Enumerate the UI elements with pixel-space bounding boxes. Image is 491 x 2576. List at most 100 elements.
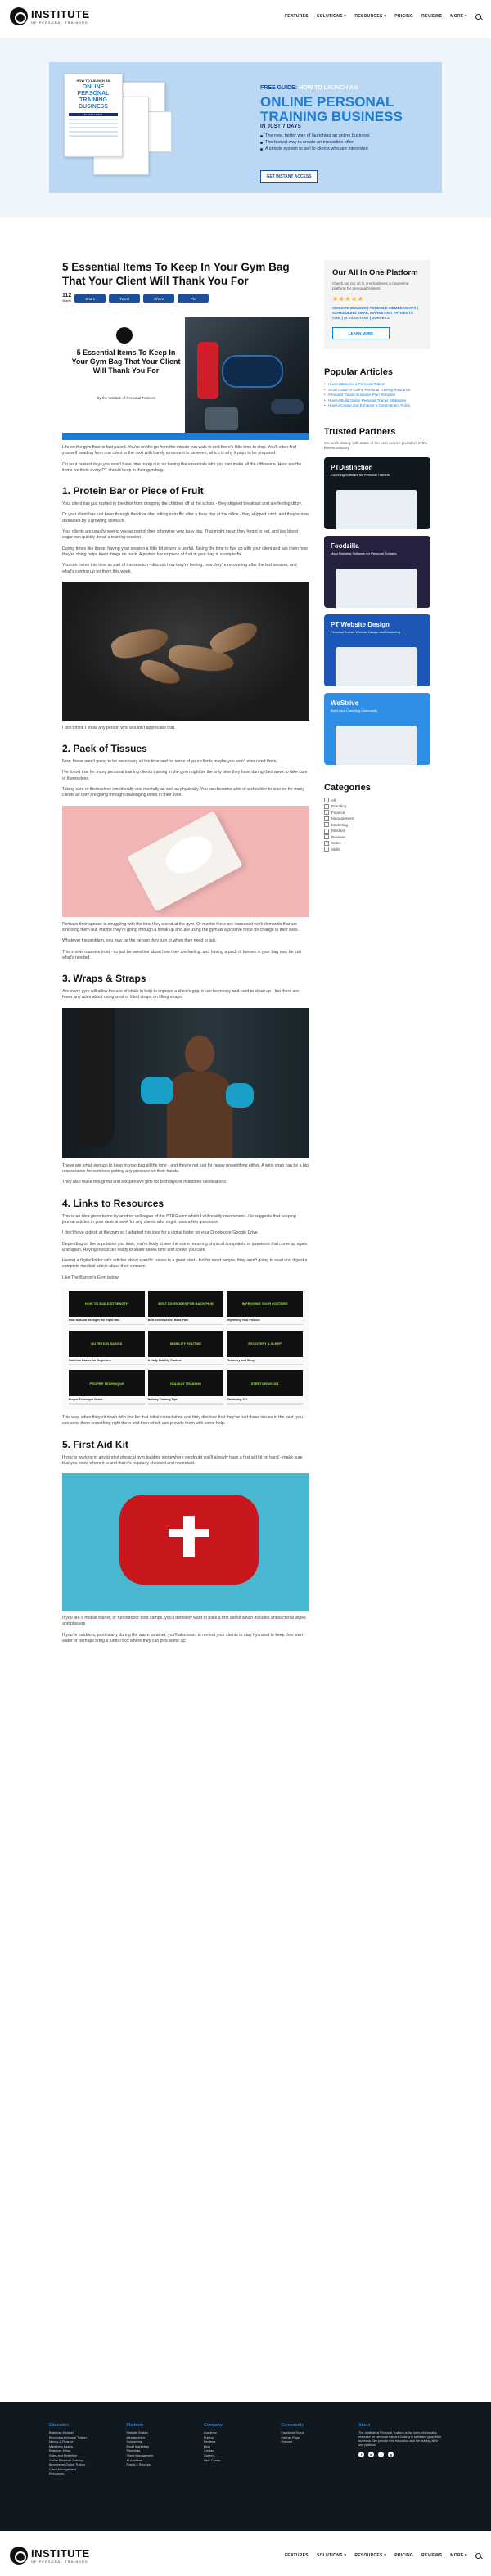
- category-link[interactable]: Reviews: [324, 834, 430, 841]
- resource-card[interactable]: RECOVERY & SLEEP Recovery and Sleep: [227, 1330, 303, 1368]
- category-link[interactable]: Branding: [324, 803, 430, 810]
- tissues-image: [62, 805, 309, 917]
- body-paragraph: If you're outdoors, particularly during …: [62, 1632, 304, 1644]
- nav-resources[interactable]: RESOURCES ▾: [354, 2553, 386, 2558]
- protein-bars-image: [62, 581, 309, 721]
- bottom-header: INSTITUTE OF PERSONAL TRAINERS FEATURES …: [0, 2539, 491, 2572]
- resource-card[interactable]: PROPER TECHNIQUE Proper Technique Guide: [69, 1370, 145, 1407]
- promo-bullet: A simple system to sell to clients who a…: [260, 146, 370, 152]
- body-paragraph: Your client has just rushed in the door …: [62, 501, 302, 507]
- nav-solutions[interactable]: SOLUTIONS ▾: [317, 2553, 346, 2558]
- resource-card[interactable]: BEST EXERCISES FOR BACK PAIN Best Exercis…: [147, 1290, 224, 1328]
- body-paragraph: During times like these, having your ses…: [62, 546, 308, 557]
- footer-link[interactable]: Help Center: [204, 2459, 262, 2464]
- first-aid-kit-image: [62, 1473, 309, 1612]
- category-link[interactable]: Mindset: [324, 828, 430, 834]
- partner-pt-website-design[interactable]: PT Website Design Personal Trainer Websi…: [324, 614, 430, 686]
- body-paragraph: I don't have a desk at the gym so I adap…: [62, 1230, 259, 1236]
- resources-grid: HOW TO BUILD STRENGTH How to Build Streng…: [62, 1287, 309, 1410]
- guide-cover-bar: IN JUST 7 DAYS: [69, 113, 118, 116]
- footer-col-company: Company Academy Pricing Reviews Blog Con…: [204, 2423, 262, 2477]
- article-title: 5 Essential Items To Keep In Your Gym Ba…: [62, 261, 290, 287]
- linkedin-share-button[interactable]: Share: [143, 294, 175, 303]
- platform-heading: Our All In One Platform: [332, 268, 418, 277]
- nav-reviews[interactable]: REVIEWS: [421, 14, 442, 19]
- site-logo[interactable]: INSTITUTE OF PERSONAL TRAINERS: [10, 7, 90, 25]
- facebook-share-button[interactable]: Share: [74, 294, 106, 303]
- promo-subhead: IN JUST 7 DAYS: [260, 124, 301, 129]
- nav-pricing[interactable]: PRICING: [394, 14, 413, 19]
- search-icon[interactable]: [475, 13, 481, 20]
- promo-bullet: The fastest way to create an irresistibl…: [260, 139, 370, 146]
- body-paragraph: This shows massive trust - so just be se…: [62, 949, 302, 960]
- category-link[interactable]: Sales: [324, 840, 430, 847]
- share-count: 112 Shares: [62, 293, 72, 303]
- partner-ptdistinction[interactable]: PTDistinction Coaching Software for Pers…: [324, 456, 430, 529]
- main-nav: FEATURES SOLUTIONS ▾ RESOURCES ▾ PRICING…: [285, 13, 481, 20]
- nav-features[interactable]: FEATURES: [285, 2553, 309, 2558]
- body-paragraph: This is an idea given to me by another c…: [62, 1213, 296, 1225]
- sidebar: Our All In One Platform Check out our al…: [324, 260, 430, 852]
- nav-features[interactable]: FEATURES: [285, 14, 309, 19]
- logo-subtitle: OF PERSONAL TRAINERS: [31, 2559, 88, 2564]
- pinterest-pin-button[interactable]: Pin: [178, 294, 209, 303]
- logo-icon: [10, 7, 28, 25]
- trusted-partners-text: We work closely with some of the best se…: [324, 440, 428, 450]
- body-paragraph: Like The Barrow's Gym below:: [62, 1275, 120, 1280]
- promo-banner: HOW TO LAUNCH AN ONLINE PERSONAL TRAININ…: [0, 38, 491, 218]
- tweet-button[interactable]: Tweet: [109, 294, 141, 303]
- logo-icon: [10, 2547, 28, 2565]
- body-paragraph: Your clients are usually seeing you as p…: [62, 529, 298, 541]
- resource-card[interactable]: HOW TO BUILD STRENGTH How to Build Streng…: [69, 1290, 145, 1328]
- popular-article-link[interactable]: How to Create and Enhance a Commitment P…: [324, 403, 430, 409]
- footer-link[interactable]: Podcast: [282, 2440, 340, 2445]
- nav-resources[interactable]: RESOURCES ▾: [354, 14, 386, 19]
- site-header: INSTITUTE OF PERSONAL TRAINERS FEATURES …: [0, 0, 491, 33]
- linkedin-icon[interactable]: in: [368, 2452, 374, 2457]
- body-paragraph: Perhaps their spouse is struggling with …: [62, 921, 300, 933]
- resource-card[interactable]: STRETCHING 101 Stretching 101: [227, 1370, 303, 1407]
- body-paragraph: Now, these aren't going to be necessary …: [62, 759, 277, 765]
- promo-bullets: The new, better way of launching an onli…: [260, 133, 370, 152]
- promo-headline: ONLINE PERSONAL TRAINING BUSINESS: [260, 94, 403, 124]
- site-logo[interactable]: INSTITUTE OF PERSONAL TRAINERS: [10, 2547, 90, 2565]
- footer-link[interactable]: Resources: [49, 2472, 107, 2477]
- resource-card[interactable]: HOLIDAY TRAINING Holiday Training Tips: [147, 1370, 224, 1407]
- guide-cover-image: HOW TO LAUNCH AN ONLINE PERSONAL TRAININ…: [64, 74, 123, 157]
- search-icon[interactable]: [475, 2552, 481, 2559]
- nav-more[interactable]: MORE ▾: [450, 2553, 467, 2558]
- body-paragraph: Depending on the population you train, y…: [62, 1241, 308, 1252]
- promo-card: HOW TO LAUNCH AN ONLINE PERSONAL TRAININ…: [49, 62, 442, 193]
- resource-card[interactable]: MOBILITY ROUTINE A Daily Mobility Routine: [147, 1330, 224, 1368]
- get-access-button[interactable]: GET INSTANT ACCESS: [260, 170, 318, 183]
- partner-westrive[interactable]: WeStrive Build your Coaching Community: [324, 692, 430, 765]
- hero-title: 5 Essential Items To Keep In Your Gym Ba…: [71, 348, 181, 375]
- main-nav: FEATURES SOLUTIONS ▾ RESOURCES ▾ PRICING…: [285, 2552, 481, 2559]
- instagram-icon[interactable]: ig: [388, 2452, 394, 2457]
- category-link[interactable]: Management: [324, 816, 430, 822]
- water-bottle-image: [197, 342, 218, 399]
- facebook-icon[interactable]: f: [358, 2452, 364, 2457]
- hero-image: 5 Essential Items To Keep In Your Gym Ba…: [62, 317, 309, 440]
- category-link[interactable]: Marketing: [324, 822, 430, 829]
- nav-pricing[interactable]: PRICING: [394, 2553, 413, 2558]
- learn-more-button[interactable]: LEARN MORE: [332, 327, 390, 339]
- category-link[interactable]: All: [324, 798, 430, 804]
- twitter-icon[interactable]: t: [378, 2452, 384, 2457]
- nav-more[interactable]: MORE ▾: [450, 14, 467, 19]
- body-paragraph: Whatever the problem, you may be the per…: [62, 938, 217, 944]
- resource-card[interactable]: IMPROVING YOUR POSTURE Improving Your Pos…: [227, 1290, 303, 1328]
- category-link[interactable]: Skills: [324, 847, 430, 853]
- category-link[interactable]: Finance: [324, 810, 430, 816]
- body-paragraph: If you are a mobile trainer, or run outd…: [62, 1616, 306, 1627]
- partner-foodzilla[interactable]: Foodzilla Meal Planning Software for Per…: [324, 535, 430, 608]
- logo-title: INSTITUTE: [31, 7, 90, 20]
- body-paragraph: Having a digital folder with articles ab…: [62, 1258, 308, 1270]
- footer-link[interactable]: Forms & Surveys: [127, 2463, 185, 2468]
- nav-reviews[interactable]: REVIEWS: [421, 2553, 442, 2558]
- nav-solutions[interactable]: SOLUTIONS ▾: [317, 14, 346, 19]
- intro-paragraph: On your busiest days you won't have time…: [62, 461, 302, 473]
- footer-col-platform: Platform Website Builder Memberships Sch…: [127, 2423, 185, 2477]
- rating-stars-icon: ★★★★★: [332, 295, 364, 303]
- resource-card[interactable]: NUTRITION BASICS Nutrition Basics for Beg…: [69, 1330, 145, 1368]
